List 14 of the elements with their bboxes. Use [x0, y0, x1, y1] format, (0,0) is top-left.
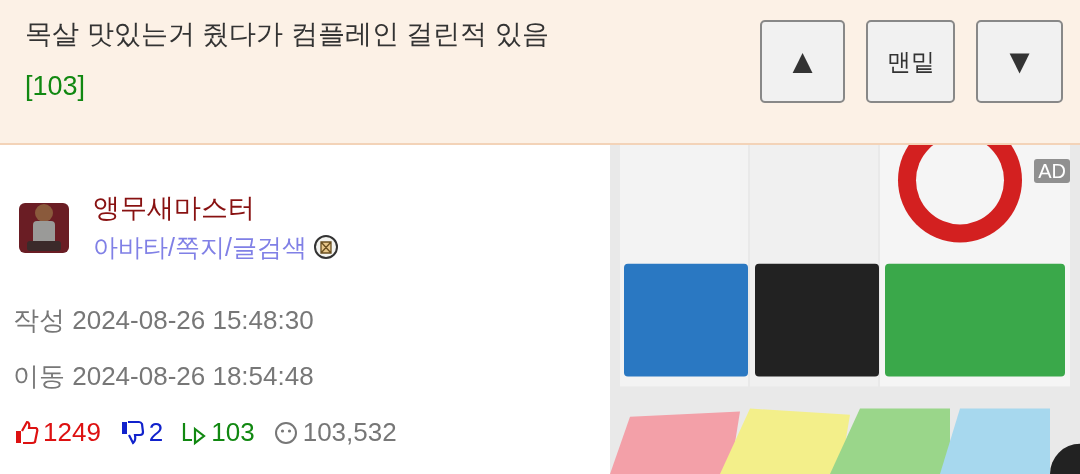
post-title: 목살 맛있는거 줬다가 컴플레인 걸린적 있음: [25, 18, 549, 51]
thumbs-up-icon[interactable]: [13, 418, 39, 446]
scroll-down-button[interactable]: ▼: [976, 20, 1063, 103]
timestamp: 이동 2024-08-26 18:54:48: [13, 360, 315, 393]
view-count: 103,532: [302, 416, 397, 449]
scroll-up-button[interactable]: ▲: [760, 20, 845, 103]
envelope-icon[interactable]: [312, 234, 339, 260]
scroll-bottom-button[interactable]: 맨밑: [866, 20, 955, 103]
vote-count: 2: [148, 416, 164, 449]
author-name[interactable]: 앵무새마스터: [93, 190, 339, 226]
vote-count: 1249: [43, 416, 101, 449]
vote-count: 103: [211, 416, 255, 449]
comment-count[interactable]: [103]: [25, 66, 549, 106]
timestamp: 작성 2024-08-26 15:48:30: [13, 304, 315, 337]
